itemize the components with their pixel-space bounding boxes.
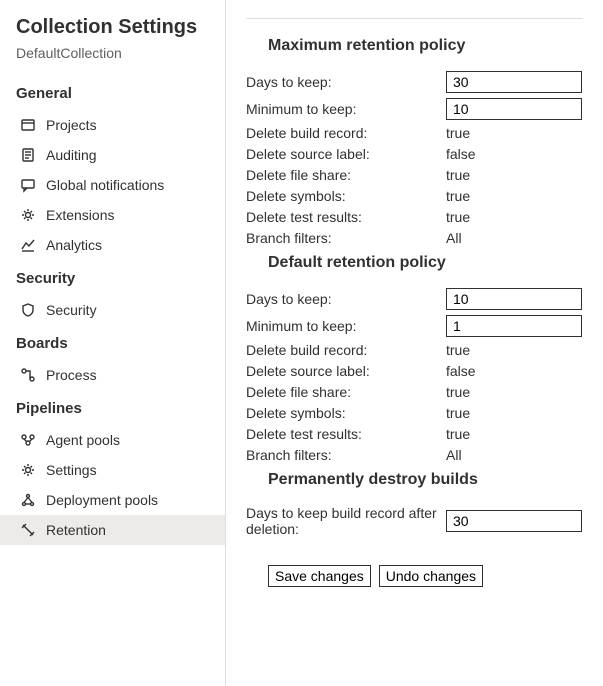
max-days-label: Days to keep: [246, 74, 446, 90]
sidebar-item-label: Auditing [46, 147, 97, 163]
extensions-icon [20, 207, 36, 223]
sidebar: Collection Settings DefaultCollection Ge… [0, 0, 226, 686]
default-row-value: All [446, 447, 462, 463]
undo-button[interactable]: Undo changes [379, 565, 483, 587]
destroy-days-input[interactable] [446, 510, 582, 532]
sidebar-item-label: Security [46, 302, 97, 318]
destroy-days-label: Days to keep build record after deletion… [246, 505, 446, 537]
auditing-icon [20, 147, 36, 163]
sidebar-item-extensions[interactable]: Extensions [0, 200, 225, 230]
default-min-label: Minimum to keep: [246, 318, 446, 334]
max-row-label: Delete symbols: [246, 188, 446, 204]
max-policy-heading: Maximum retention policy [268, 37, 583, 55]
default-days-input[interactable] [446, 288, 582, 310]
default-days-label: Days to keep: [246, 291, 446, 307]
max-days-input[interactable] [446, 71, 582, 93]
default-row-label: Delete symbols: [246, 405, 446, 421]
max-row-value: true [446, 125, 470, 141]
save-button[interactable]: Save changes [268, 565, 371, 587]
process-icon [20, 367, 36, 383]
projects-icon [20, 117, 36, 133]
section-pipelines-label: Pipelines [0, 390, 225, 425]
max-row-value: true [446, 209, 470, 225]
sidebar-item-security[interactable]: Security [0, 295, 225, 325]
sidebar-item-label: Agent pools [46, 432, 120, 448]
sidebar-item-label: Process [46, 367, 97, 383]
sidebar-item-label: Extensions [46, 207, 114, 223]
max-row-label: Delete source label: [246, 146, 446, 162]
sidebar-item-retention[interactable]: Retention [0, 515, 225, 545]
sidebar-item-projects[interactable]: Projects [0, 110, 225, 140]
max-row-value: false [446, 146, 476, 162]
sidebar-item-label: Settings [46, 462, 97, 478]
sidebar-item-process[interactable]: Process [0, 360, 225, 390]
destroy-heading: Permanently destroy builds [268, 471, 583, 489]
agent-pools-icon [20, 432, 36, 448]
max-min-label: Minimum to keep: [246, 101, 446, 117]
max-min-input[interactable] [446, 98, 582, 120]
section-general-label: General [0, 75, 225, 110]
default-row-label: Delete test results: [246, 426, 446, 442]
max-row-value: true [446, 167, 470, 183]
sidebar-item-settings[interactable]: Settings [0, 455, 225, 485]
default-row-label: Branch filters: [246, 447, 446, 463]
max-row-value: true [446, 188, 470, 204]
sidebar-item-label: Projects [46, 117, 97, 133]
sidebar-item-label: Global notifications [46, 177, 164, 193]
sidebar-item-analytics[interactable]: Analytics [0, 230, 225, 260]
default-row-value: false [446, 363, 476, 379]
sidebar-item-auditing[interactable]: Auditing [0, 140, 225, 170]
default-row-value: true [446, 426, 470, 442]
sidebar-subtitle: DefaultCollection [0, 45, 225, 75]
max-row-label: Delete build record: [246, 125, 446, 141]
top-divider [246, 18, 583, 19]
notifications-icon [20, 177, 36, 193]
max-row-value: All [446, 230, 462, 246]
default-min-input[interactable] [446, 315, 582, 337]
main-content: Maximum retention policy Days to keep: M… [226, 0, 603, 686]
max-row-label: Branch filters: [246, 230, 446, 246]
retention-icon [20, 522, 36, 538]
sidebar-item-label: Retention [46, 522, 106, 538]
sidebar-item-agent-pools[interactable]: Agent pools [0, 425, 225, 455]
default-row-value: true [446, 342, 470, 358]
sidebar-item-label: Deployment pools [46, 492, 158, 508]
settings-icon [20, 462, 36, 478]
deployment-pools-icon [20, 492, 36, 508]
max-row-label: Delete file share: [246, 167, 446, 183]
default-row-value: true [446, 405, 470, 421]
default-row-label: Delete build record: [246, 342, 446, 358]
default-policy-heading: Default retention policy [268, 254, 583, 272]
shield-icon [20, 302, 36, 318]
sidebar-title: Collection Settings [0, 16, 225, 45]
default-row-label: Delete source label: [246, 363, 446, 379]
section-security-label: Security [0, 260, 225, 295]
sidebar-item-label: Analytics [46, 237, 102, 253]
sidebar-item-global-notifications[interactable]: Global notifications [0, 170, 225, 200]
sidebar-item-deployment-pools[interactable]: Deployment pools [0, 485, 225, 515]
default-row-value: true [446, 384, 470, 400]
default-row-label: Delete file share: [246, 384, 446, 400]
max-row-label: Delete test results: [246, 209, 446, 225]
analytics-icon [20, 237, 36, 253]
section-boards-label: Boards [0, 325, 225, 360]
